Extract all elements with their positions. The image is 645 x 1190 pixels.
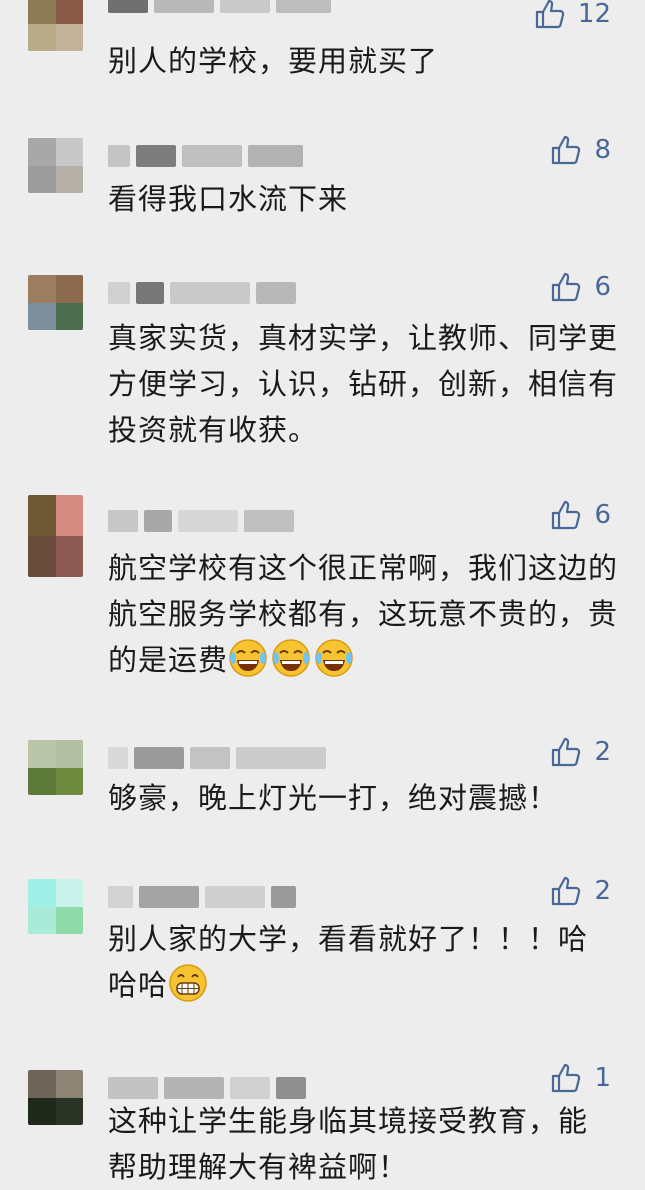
- comment-text: 别人家的大学，看看就好了！！！哈哈哈: [108, 916, 598, 1008]
- thumbs-up-icon: [552, 876, 581, 906]
- comment-text-body: 航空学校有这个很正常啊，我们这边的航空服务学校都有，这玩意不贵的，贵的是运费: [108, 551, 619, 677]
- laugh-cry-emoji-icon: [228, 639, 271, 677]
- like-count: 12: [577, 0, 611, 29]
- username-blurred[interactable]: [108, 0, 338, 14]
- like-count: 6: [594, 272, 611, 302]
- like-count: 6: [594, 500, 611, 530]
- like-button[interactable]: 12: [534, 0, 611, 30]
- thumbs-up-icon: [552, 737, 581, 767]
- like-count: 2: [594, 876, 611, 906]
- thumbs-up-icon: [535, 0, 565, 29]
- avatar-pixel: [28, 302, 56, 330]
- avatar-pixel: [28, 1097, 56, 1125]
- avatar-pixel: [55, 740, 83, 768]
- grin-emoji-icon: [168, 964, 211, 1002]
- comment-text: 这种让学生能身临其境接受教育，能帮助理解大有裨益啊！: [108, 1104, 589, 1184]
- username-blurred[interactable]: [108, 144, 338, 168]
- like-button[interactable]: 8: [550, 134, 611, 166]
- username-blurred[interactable]: [108, 885, 338, 909]
- avatar-pixel: [55, 495, 83, 536]
- avatar-pixel: [55, 1097, 83, 1125]
- comment-text: 航空学校有这个很正常啊，我们这边的航空服务学校都有，这玩意不贵的，贵的是运费: [108, 545, 618, 683]
- avatar[interactable]: [28, 879, 83, 934]
- username-blurred[interactable]: [108, 1076, 338, 1100]
- like-count: 8: [594, 135, 611, 165]
- avatar-pixel: [28, 23, 56, 51]
- like-button[interactable]: 1: [550, 1062, 611, 1094]
- username-blurred[interactable]: [108, 509, 338, 533]
- avatar-pixel: [28, 0, 56, 24]
- avatar-pixel: [28, 767, 56, 795]
- avatar-pixel: [28, 879, 56, 907]
- comment-text: 真家实货，真材实学，让教师、同学更方便学习，认识，钻研，创新，相信有投资就有收获…: [108, 321, 619, 447]
- avatar[interactable]: [28, 1070, 83, 1125]
- avatar[interactable]: [28, 495, 83, 577]
- avatar[interactable]: [28, 275, 83, 330]
- like-button[interactable]: 6: [550, 271, 611, 303]
- username-blurred[interactable]: [108, 281, 338, 305]
- avatar-pixel: [28, 536, 56, 577]
- comment-text: 看得我口水流下来: [108, 182, 349, 216]
- avatar-pixel: [28, 275, 56, 303]
- like-button[interactable]: 2: [550, 736, 611, 768]
- avatar-pixel: [55, 138, 83, 166]
- like-button[interactable]: 2: [550, 875, 611, 907]
- username-blurred[interactable]: [108, 746, 338, 770]
- avatar-pixel: [28, 906, 56, 934]
- avatar-pixel: [55, 275, 83, 303]
- avatar[interactable]: [28, 0, 83, 51]
- avatar-pixel: [55, 879, 83, 907]
- laugh-cry-emoji-icon: [314, 639, 357, 677]
- avatar-pixel: [55, 0, 83, 24]
- avatar-pixel: [28, 495, 56, 536]
- comment-text: 够豪，晚上灯光一打，绝对震撼！: [108, 781, 559, 815]
- like-count: 2: [594, 737, 611, 767]
- avatar-pixel: [55, 767, 83, 795]
- laugh-cry-emoji-icon: [271, 639, 314, 677]
- avatar-pixel: [28, 138, 56, 166]
- avatar-pixel: [55, 23, 83, 51]
- avatar-pixel: [28, 1070, 56, 1098]
- thumbs-up-icon: [552, 1063, 581, 1093]
- thumbs-up-icon: [552, 272, 581, 302]
- thumbs-up-icon: [552, 500, 581, 530]
- avatar-pixel: [55, 1070, 83, 1098]
- avatar-pixel: [55, 302, 83, 330]
- avatar[interactable]: [28, 138, 83, 193]
- avatar-pixel: [28, 165, 56, 193]
- avatar-pixel: [55, 536, 83, 577]
- comment-text: 别人的学校，要用就买了: [108, 44, 439, 78]
- thumbs-up-icon: [552, 135, 581, 165]
- avatar-pixel: [28, 740, 56, 768]
- avatar[interactable]: [28, 740, 83, 795]
- like-button[interactable]: 6: [550, 499, 611, 531]
- like-count: 1: [594, 1063, 611, 1093]
- avatar-pixel: [55, 906, 83, 934]
- avatar-pixel: [55, 165, 83, 193]
